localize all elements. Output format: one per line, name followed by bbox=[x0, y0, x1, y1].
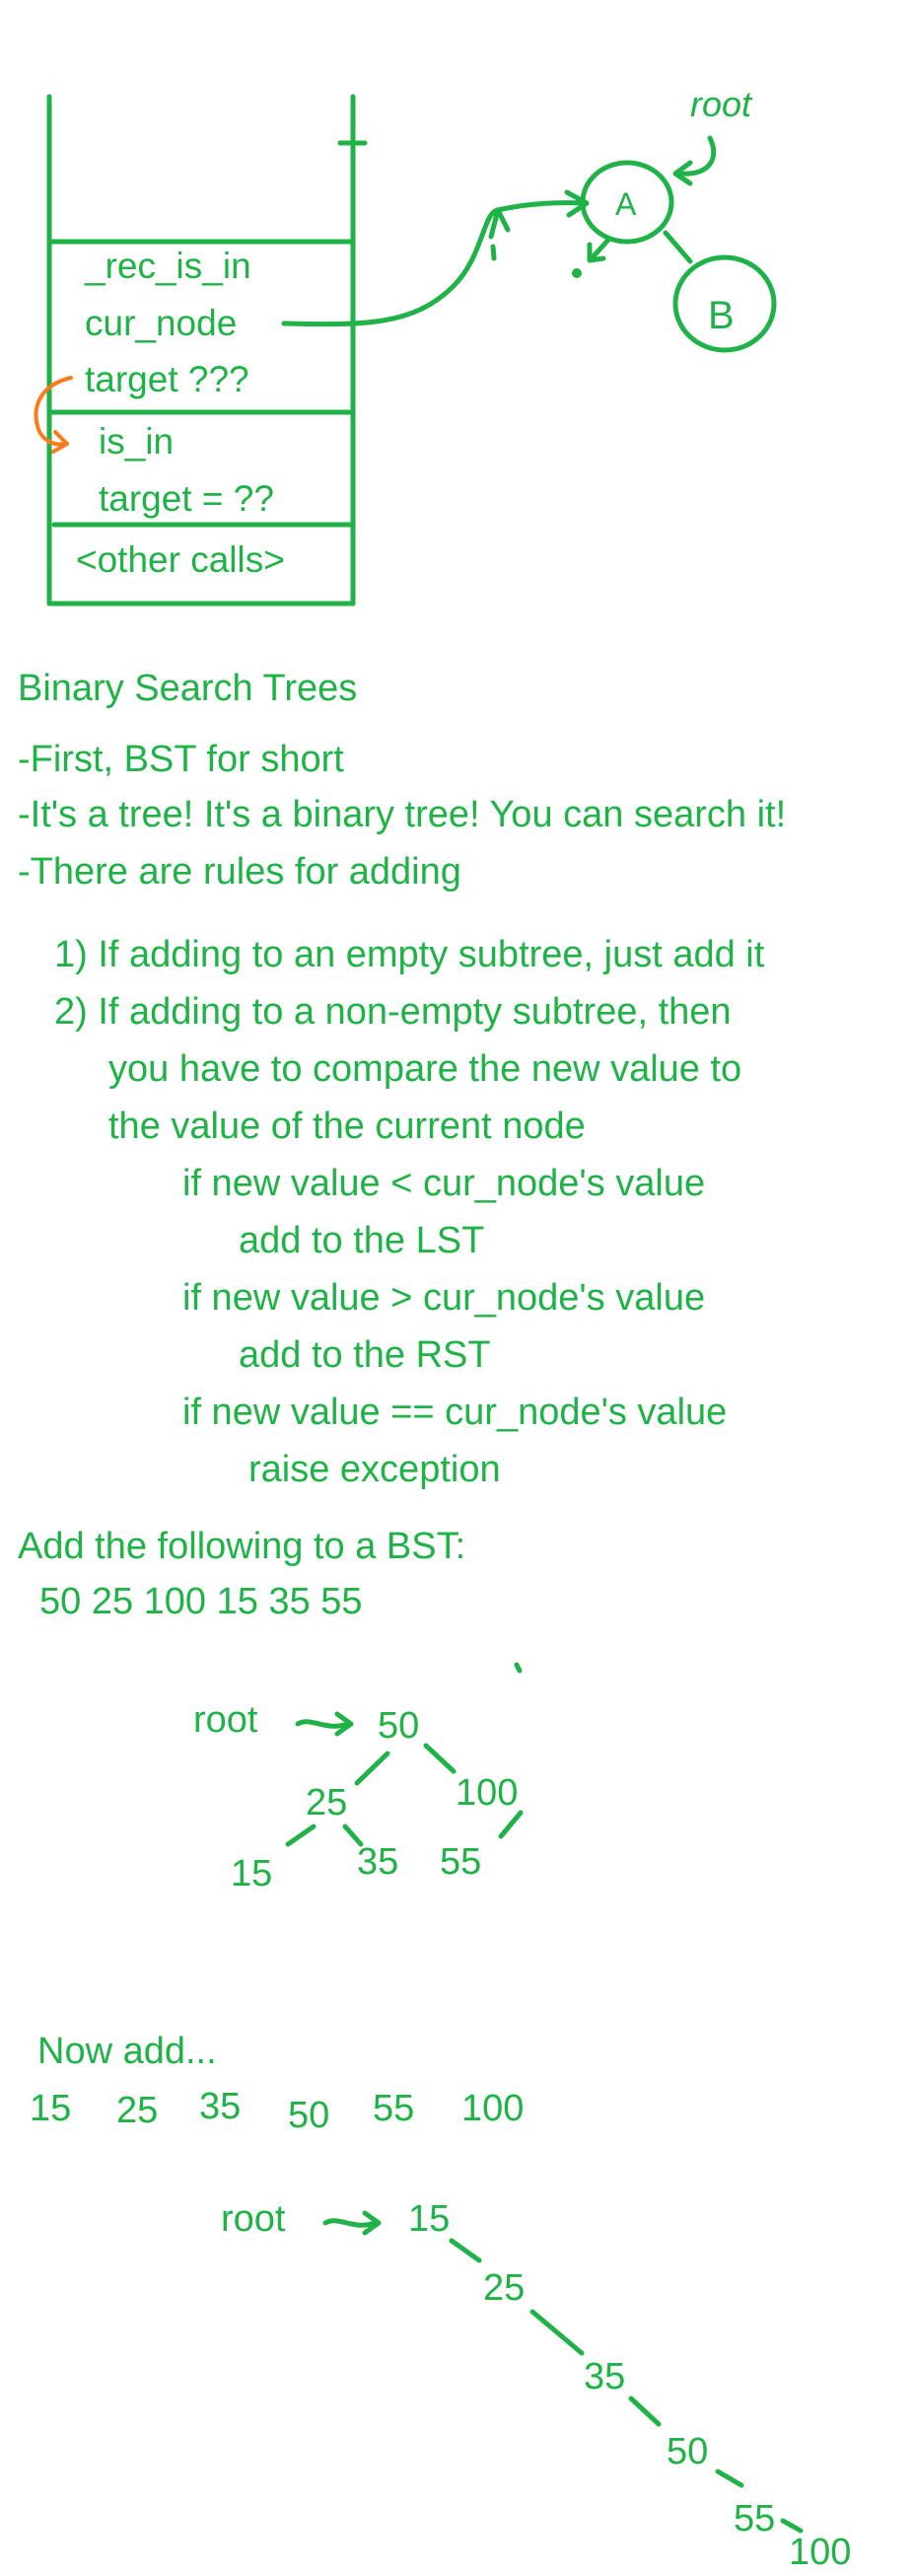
bst1-edge-100-55 bbox=[498, 1810, 524, 1839]
example-2-root-label: root bbox=[221, 2198, 286, 2240]
node-a-label: A bbox=[615, 186, 637, 222]
bst-notes: Binary Search Trees -First, BST for shor… bbox=[18, 668, 786, 1490]
node-a-left-link bbox=[589, 236, 612, 261]
example-2-seq-25: 25 bbox=[116, 2090, 158, 2131]
rule-1: 1) If adding to an empty subtree, just a… bbox=[54, 934, 765, 975]
bst1-node-15: 15 bbox=[231, 1853, 272, 1895]
rule-eq-action: raise exception bbox=[248, 1449, 501, 1490]
heading: Binary Search Trees bbox=[18, 668, 357, 709]
sketch-dot bbox=[572, 268, 582, 278]
stack-frame-target-unknown: target ??? bbox=[85, 359, 249, 399]
bst2-node-15: 15 bbox=[408, 2198, 450, 2240]
example-2: Now add... 15 25 35 50 55 100 root 15 25… bbox=[30, 2031, 851, 2573]
bst2-node-25: 25 bbox=[483, 2267, 525, 2309]
stack-frame-other-calls: <other calls> bbox=[76, 539, 285, 580]
bullet-3: -There are rules for adding bbox=[18, 851, 461, 893]
bst2-edge-55-100 bbox=[780, 2518, 804, 2534]
rule-2: 2) If adding to a non-empty subtree, the… bbox=[54, 991, 732, 1033]
bst1-node-50: 50 bbox=[378, 1705, 419, 1747]
rule-lt-action: add to the LST bbox=[239, 1220, 484, 1261]
example-2-seq-55: 55 bbox=[373, 2088, 414, 2129]
bst1-node-35: 35 bbox=[357, 1841, 398, 1883]
tree-sketch: root A B bbox=[572, 84, 777, 353]
bst2-node-35: 35 bbox=[584, 2356, 625, 2397]
node-a-right-link bbox=[663, 230, 693, 264]
node-b-label: B bbox=[708, 294, 735, 337]
cur-node-pointer bbox=[281, 189, 590, 327]
rule-eq: if new value == cur_node's value bbox=[182, 1392, 727, 1433]
bullet-1: -First, BST for short bbox=[18, 739, 344, 780]
stack-frame-rec-is-in: _rec_is_in bbox=[84, 246, 251, 286]
bst1-edge-25-15 bbox=[285, 1824, 317, 1847]
example-1-root-arrow bbox=[295, 1719, 350, 1729]
tree-sketch-root-label: root bbox=[690, 84, 753, 124]
example-2-prompt: Now add... bbox=[37, 2031, 217, 2072]
example-2-root-arrow bbox=[322, 2218, 378, 2228]
example-2-seq-35: 35 bbox=[199, 2086, 241, 2127]
example-2-seq-15: 15 bbox=[30, 2088, 71, 2129]
bst2-node-55: 55 bbox=[734, 2498, 775, 2540]
stray-mark bbox=[514, 1662, 523, 1674]
example-1-root-label: root bbox=[193, 1699, 258, 1741]
rule-gt: if new value > cur_node's value bbox=[182, 1277, 705, 1319]
pointer-tick bbox=[490, 244, 497, 261]
bst2-node-50: 50 bbox=[667, 2431, 708, 2472]
bst1-node-55: 55 bbox=[440, 1841, 481, 1883]
rule-lt: if new value < cur_node's value bbox=[182, 1163, 705, 1204]
example-2-seq-50: 50 bbox=[288, 2095, 329, 2136]
example-1-prompt: Add the following to a BST: bbox=[18, 1526, 465, 1567]
bst2-edge-50-55 bbox=[715, 2469, 744, 2488]
bst2-edge-15-25 bbox=[449, 2238, 482, 2263]
rule-gt-action: add to the RST bbox=[239, 1334, 491, 1376]
bst1-edge-25-35 bbox=[342, 1824, 364, 1847]
stack-frame-cur-node: cur_node bbox=[85, 303, 237, 343]
bst2-edge-35-50 bbox=[628, 2396, 662, 2427]
bst2-node-100: 100 bbox=[789, 2532, 851, 2573]
example-1: Add the following to a BST: 50 25 100 15… bbox=[18, 1526, 524, 1895]
call-stack: _rec_is_in cur_node target ??? is_in tar… bbox=[34, 94, 368, 607]
bst1-edge-50-25 bbox=[354, 1751, 390, 1786]
bst1-edge-50-100 bbox=[423, 1743, 457, 1774]
stack-frame-target-assign: target = ?? bbox=[99, 478, 274, 519]
bst2-edge-25-35 bbox=[529, 2309, 585, 2356]
bst1-node-100: 100 bbox=[456, 1772, 518, 1814]
bst1-node-25: 25 bbox=[306, 1782, 347, 1824]
whiteboard-canvas: _rec_is_in cur_node target ??? is_in tar… bbox=[18, 84, 851, 2573]
rule-2-cont-2: the value of the current node bbox=[108, 1106, 586, 1147]
rule-2-cont-1: you have to compare the new value to bbox=[108, 1048, 741, 1090]
stack-frame-is-in: is_in bbox=[99, 421, 174, 462]
example-1-sequence: 50 25 100 15 35 55 bbox=[39, 1581, 363, 1622]
bullet-2: -It's a tree! It's a binary tree! You ca… bbox=[18, 794, 786, 835]
example-2-seq-100: 100 bbox=[461, 2088, 524, 2129]
